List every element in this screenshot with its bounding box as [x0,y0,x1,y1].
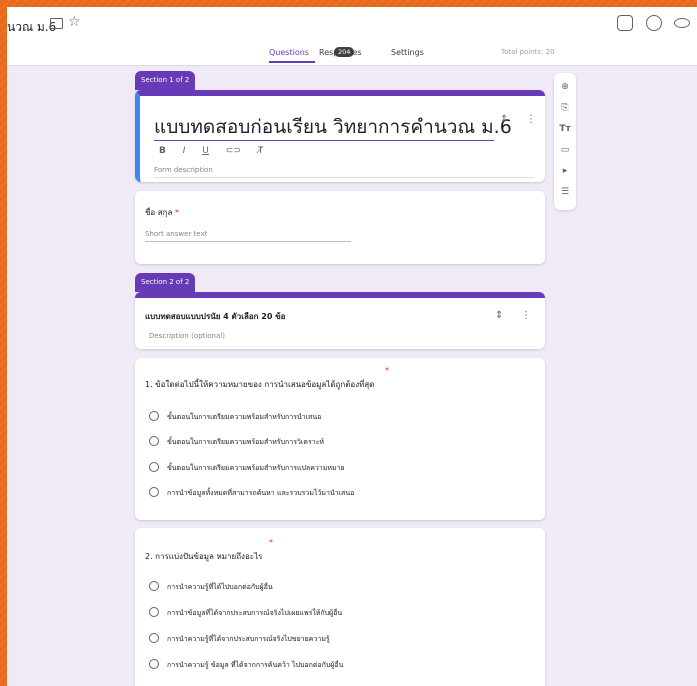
italic-button[interactable]: I [183,146,186,156]
import-questions-icon[interactable]: ⎘ [559,102,571,114]
add-image-icon[interactable]: ▭ [559,144,571,156]
required-marker: * [174,208,179,217]
question-card-name[interactable]: ชื่อ สกุล * Short answer text [135,191,545,264]
section-2-header-card[interactable]: แบบทดสอบแบบปรนัย 4 ตัวเลือก 20 ข้อ ⇕ ⋮ D… [135,292,545,349]
add-video-icon[interactable]: ▸ [559,165,571,177]
more-options-icon[interactable]: ⋮ [521,310,531,321]
question-label: 2. การแบ่งปันข้อมูล หมายถึงอะไร [145,552,263,561]
tab-settings[interactable]: Settings [391,48,424,57]
description-underline [154,177,534,178]
radio-button[interactable] [149,581,159,591]
radio-button[interactable] [149,411,159,421]
question-label: 1. ข้อใดต่อไปนี้ให้ความหมายของ การนำเสนอ… [145,380,375,389]
form-header-card[interactable]: แบบทดสอบก่อนเรียน วิทยาการคำนวณ ม.6 ⇕ ⋮ … [135,90,545,182]
question-label: ชื่อ สกุล * [145,208,179,217]
radio-button[interactable] [149,633,159,643]
section-1-label: Section 1 of 2 [135,71,196,90]
section-2-description[interactable]: Description (optional) [149,332,225,340]
forms-editor: นวณ ม.6 ☆ Questions Responses Settings 2… [7,7,697,686]
side-toolbar: ⊕ ⎘ Tт ▭ ▸ ☰ [554,73,576,210]
radio-button[interactable] [149,487,159,497]
title-underline [154,140,494,141]
short-answer-placeholder[interactable]: Short answer text [145,230,207,238]
palette-icon[interactable] [617,15,633,31]
option-label: การนำความรู้ที่ได้จากประสบการณ์จริงไปขยา… [167,635,330,643]
bold-button[interactable]: B [159,146,166,156]
tab-questions[interactable]: Questions [269,48,309,57]
option-label: ขั้นตอนในการเตรียมความพร้อมสำหรับการนำเส… [167,413,322,421]
collapse-icon[interactable]: ⇕ [495,310,503,321]
form-title[interactable]: แบบทดสอบก่อนเรียน วิทยาการคำนวณ ม.6 [154,112,512,142]
short-answer-underline [145,241,351,242]
section-2-label: Section 2 of 2 [135,273,196,292]
format-toolbar: B I U ⊂⊃ T̸ [159,146,277,156]
link-button[interactable]: ⊂⊃ [226,146,241,156]
option-label: การนำข้อมูลที่ได้จากประสบการณ์จริงไปเผยแ… [167,609,343,617]
add-title-icon[interactable]: Tт [559,123,571,135]
radio-button[interactable] [149,659,159,669]
question-card-2[interactable]: 2. การแบ่งปันข้อมูล หมายถึงอะไร * การนำค… [135,528,545,686]
active-tab-indicator [269,61,315,63]
required-marker: * [385,366,389,375]
underline-button[interactable]: U [202,146,209,156]
customize-icon[interactable] [646,15,662,31]
folder-icon[interactable] [50,18,63,29]
star-icon[interactable]: ☆ [68,14,81,30]
section-2-title[interactable]: แบบทดสอบแบบปรนัย 4 ตัวเลือก 20 ข้อ [145,310,285,323]
responses-count-badge: 204 [334,47,355,57]
radio-button[interactable] [149,436,159,446]
radio-button[interactable] [149,607,159,617]
collapse-icon[interactable]: ⇕ [500,114,508,125]
more-options-icon[interactable]: ⋮ [526,114,536,125]
option-label: การนำความรู้ที่ได้ไปบอกต่อกับผู้อื่น [167,583,273,591]
total-points: Total points: 20 [501,48,555,56]
add-question-icon[interactable]: ⊕ [559,81,571,93]
option-label: ขั้นตอนในการเตรียมความพร้อมสำหรับการแปลค… [167,464,345,472]
document-title[interactable]: นวณ ม.6 [7,18,56,37]
clear-format-button[interactable]: T̸ [258,146,264,156]
preview-icon[interactable] [674,18,690,28]
add-section-icon[interactable]: ☰ [559,186,571,198]
top-bar: นวณ ม.6 ☆ Questions Responses Settings 2… [7,7,697,66]
option-label: ขั้นตอนในการเตรียมความพร้อมสำหรับการวิเค… [167,438,325,446]
form-description[interactable]: Form description [154,166,213,174]
question-card-1[interactable]: 1. ข้อใดต่อไปนี้ให้ความหมายของ การนำเสนอ… [135,358,545,520]
option-label: การนำความรู้ ข้อมูล ที่ได้จากการค้นคว้า … [167,661,344,669]
required-marker: * [269,538,273,547]
option-label: การนำข้อมูลทั้งหมดที่สามารถค้นหา และรวบร… [167,489,355,497]
radio-button[interactable] [149,462,159,472]
